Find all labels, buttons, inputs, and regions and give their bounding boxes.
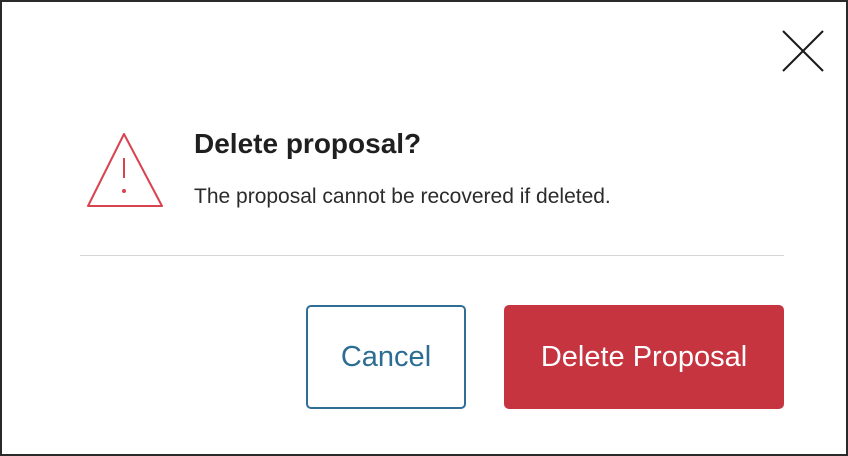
warning-triangle-icon xyxy=(86,130,166,212)
close-icon xyxy=(782,30,824,72)
divider xyxy=(80,255,784,256)
cancel-button[interactable]: Cancel xyxy=(306,305,466,409)
dialog-title: Delete proposal? xyxy=(194,128,422,159)
close-button[interactable] xyxy=(780,29,826,73)
delete-proposal-dialog: Delete proposal? The proposal cannot be … xyxy=(0,0,848,456)
dialog-message: The proposal cannot be recovered if dele… xyxy=(194,185,611,208)
delete-proposal-button[interactable]: Delete Proposal xyxy=(504,305,784,409)
